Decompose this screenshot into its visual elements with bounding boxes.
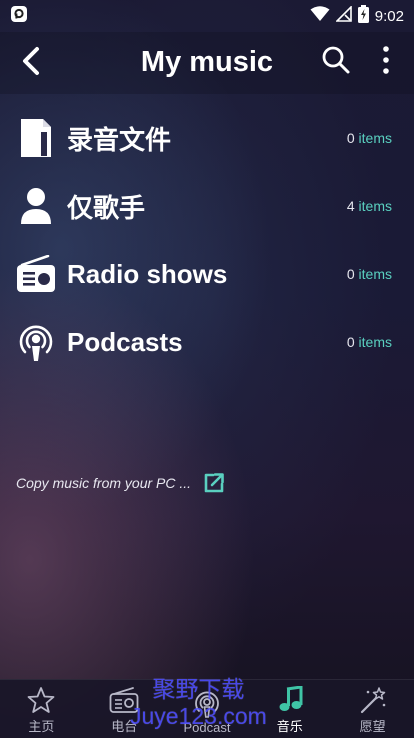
radio-icon <box>109 687 139 713</box>
more-vertical-icon <box>383 46 389 74</box>
item-count: 4 items <box>346 198 392 214</box>
tab-label: Podcast <box>183 720 231 735</box>
app-notification-icon <box>10 5 28 28</box>
tab-radio[interactable]: 电台 <box>83 680 166 738</box>
search-icon <box>322 46 350 74</box>
tab-music[interactable]: 音乐 <box>248 680 331 738</box>
status-time: 9:02 <box>374 7 404 25</box>
battery-icon <box>357 4 369 28</box>
tab-label: 愿望 <box>359 719 386 734</box>
more-options-button[interactable] <box>372 42 400 78</box>
item-count: 0 items <box>346 334 392 350</box>
podcast-icon <box>16 322 56 362</box>
list-item-label: 仅歌手 <box>67 192 146 223</box>
radio-icon <box>16 254 56 294</box>
document-icon <box>16 118 56 158</box>
search-button[interactable] <box>318 42 354 78</box>
list-item-recordings[interactable]: 录音文件 0 items <box>0 104 414 172</box>
status-bar: 9:02 <box>0 0 414 32</box>
wifi-icon <box>310 5 330 27</box>
tab-podcast[interactable]: Podcast <box>166 680 249 738</box>
music-note-icon <box>279 686 303 711</box>
copy-music-link[interactable]: Copy music from your PC ... <box>16 472 225 494</box>
tab-label: 主页 <box>28 719 55 734</box>
copy-music-text: Copy music from your PC ... <box>16 475 192 491</box>
item-count: 0 items <box>346 266 392 282</box>
item-count: 0 items <box>346 130 392 146</box>
tab-wishes[interactable]: 愿望 <box>331 680 414 738</box>
tab-label: 电台 <box>111 719 138 734</box>
magic-wand-icon <box>360 687 385 714</box>
signal-off-icon <box>334 4 352 27</box>
podcast-icon <box>195 691 219 718</box>
music-category-list: 录音文件 0 items 仅歌手 4 items Radio shows 0 i… <box>0 104 414 376</box>
list-item-label: Radio shows <box>67 258 228 289</box>
list-item-artists[interactable]: 仅歌手 4 items <box>0 172 414 240</box>
person-icon <box>16 186 56 226</box>
star-icon <box>27 687 55 713</box>
external-link-icon <box>203 472 225 494</box>
list-item-label: 录音文件 <box>67 124 172 155</box>
tab-home[interactable]: 主页 <box>0 680 83 738</box>
list-item-label: Podcasts <box>67 326 183 357</box>
list-item-podcasts[interactable]: Podcasts 0 items <box>0 308 414 376</box>
list-item-radio-shows[interactable]: Radio shows 0 items <box>0 240 414 308</box>
bottom-tab-bar: 主页 电台 Podcast 音乐 愿望 <box>0 679 414 738</box>
tab-label: 音乐 <box>276 719 303 734</box>
app-header: My music <box>0 32 414 94</box>
